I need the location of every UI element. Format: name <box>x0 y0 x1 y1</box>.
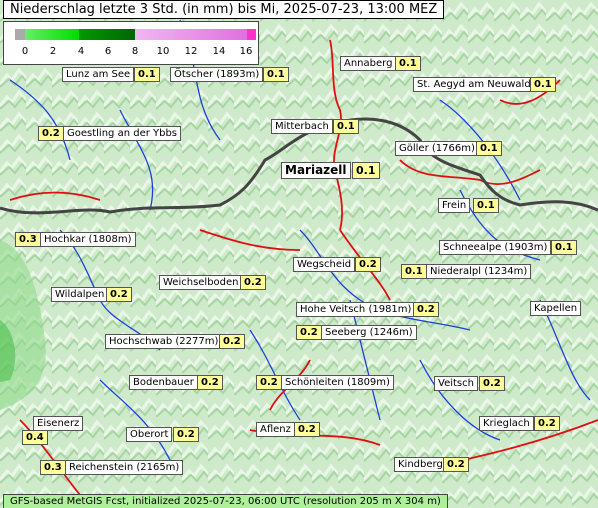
legend-swatch-heavy <box>135 29 247 40</box>
place-label-aflenz: Aflenz <box>256 422 295 437</box>
precip-value-kindberg: 0.2 <box>443 457 469 472</box>
place-label-weichselboden: Weichselboden <box>159 275 243 290</box>
place-label-aegyd: St. Aegyd am Neuwald <box>413 77 535 92</box>
place-label-kapellen: Kapellen <box>530 301 582 316</box>
place-label-mariazell: Mariazell <box>281 162 351 179</box>
precip-value-niederalpl: 0.1 <box>401 264 427 279</box>
legend-tick: 2 <box>49 46 57 57</box>
precip-value-mitterbach: 0.1 <box>333 119 359 134</box>
precip-value-goestling: 0.2 <box>38 126 64 141</box>
legend-swatch-zero <box>15 29 25 40</box>
precip-value-goeller: 0.1 <box>476 141 502 156</box>
precip-value-annaberg: 0.1 <box>395 56 421 71</box>
precip-value-hochkar: 0.3 <box>15 232 41 247</box>
precip-value-lunz: 0.1 <box>134 67 160 82</box>
place-label-oetscher: Ötscher (1893m) <box>170 67 264 82</box>
legend-tick: 4 <box>77 46 85 57</box>
precip-value-krieglach: 0.2 <box>534 416 560 431</box>
legend-tick: 12 <box>184 46 198 57</box>
place-label-wildalpen: Wildalpen <box>51 287 109 302</box>
place-label-bodenbauer: Bodenbauer <box>129 375 198 390</box>
place-label-eisenerz: Eisenerz <box>33 416 84 431</box>
precip-value-mariazell: 0.1 <box>352 162 380 179</box>
map-title: Niederschlag letzte 3 Std. (in mm) bis M… <box>3 0 445 19</box>
precip-value-aflenz: 0.2 <box>294 422 320 437</box>
place-label-oberort: Oberort <box>126 427 173 442</box>
precipitation-legend: 0 2 4 6 8 10 12 14 16 <box>3 21 259 65</box>
precip-value-seeberg: 0.2 <box>296 325 322 340</box>
precip-value-hoheveitsch: 0.2 <box>413 302 439 317</box>
place-label-schneealpe: Schneealpe (1903m) <box>439 240 552 255</box>
precip-value-veitsch: 0.2 <box>479 376 505 391</box>
place-label-seeberg: Seeberg (1246m) <box>321 325 417 340</box>
legend-tick: 10 <box>156 46 170 57</box>
forecast-footer: GFS-based MetGIS Fcst, initialized 2025-… <box>3 494 448 508</box>
legend-tick: 6 <box>104 46 112 57</box>
legend-swatch-extreme <box>247 29 256 40</box>
place-label-niederalpl: Niederalpl (1234m) <box>426 264 532 279</box>
place-label-schoenleiten: Schönleiten (1809m) <box>281 375 394 390</box>
precip-value-reichenstein: 0.3 <box>40 460 66 475</box>
place-label-wegscheid: Wegscheid <box>293 257 356 272</box>
place-label-mitterbach: Mitterbach <box>271 119 333 134</box>
precip-value-frein: 0.1 <box>473 198 499 213</box>
place-label-hochschwab: Hochschwab (2277m) <box>105 334 223 349</box>
legend-tick: 14 <box>212 46 226 57</box>
place-label-kindberg: Kindberg <box>394 457 447 472</box>
precip-value-aegyd: 0.1 <box>530 77 556 92</box>
place-label-veitsch: Veitsch <box>434 376 478 391</box>
place-label-frein: Frein <box>438 198 471 213</box>
precip-value-schneealpe: 0.1 <box>551 240 577 255</box>
precip-value-eisenerz: 0.4 <box>22 430 48 445</box>
precip-value-hochschwab: 0.2 <box>219 334 245 349</box>
legend-swatch-light <box>25 29 79 40</box>
place-label-hochkar: Hochkar (1808m) <box>40 232 136 247</box>
place-label-annaberg: Annaberg <box>340 56 397 71</box>
precip-value-schoenleiten: 0.2 <box>256 375 282 390</box>
place-label-goestling: Goestling an der Ybbs <box>63 126 182 141</box>
precip-value-bodenbauer: 0.2 <box>197 375 223 390</box>
precip-value-oberort: 0.2 <box>173 427 199 442</box>
precip-value-weichselboden: 0.2 <box>240 275 266 290</box>
legend-swatch-moderate <box>79 29 135 40</box>
place-label-reichenstein: Reichenstein (2165m) <box>65 460 184 475</box>
precip-value-wildalpen: 0.2 <box>106 287 132 302</box>
precip-value-oetscher: 0.1 <box>263 67 289 82</box>
precip-value-wegscheid: 0.2 <box>355 257 381 272</box>
legend-tick: 16 <box>239 46 253 57</box>
precipitation-map: Niederschlag letzte 3 Std. (in mm) bis M… <box>0 0 598 508</box>
place-label-hoheveitsch: Hohe Veitsch (1981m) <box>296 302 416 317</box>
place-label-goeller: Göller (1766m) <box>395 141 479 156</box>
place-label-krieglach: Krieglach <box>479 416 534 431</box>
legend-tick: 8 <box>131 46 139 57</box>
place-label-lunz: Lunz am See <box>62 67 135 82</box>
legend-tick: 0 <box>21 46 29 57</box>
